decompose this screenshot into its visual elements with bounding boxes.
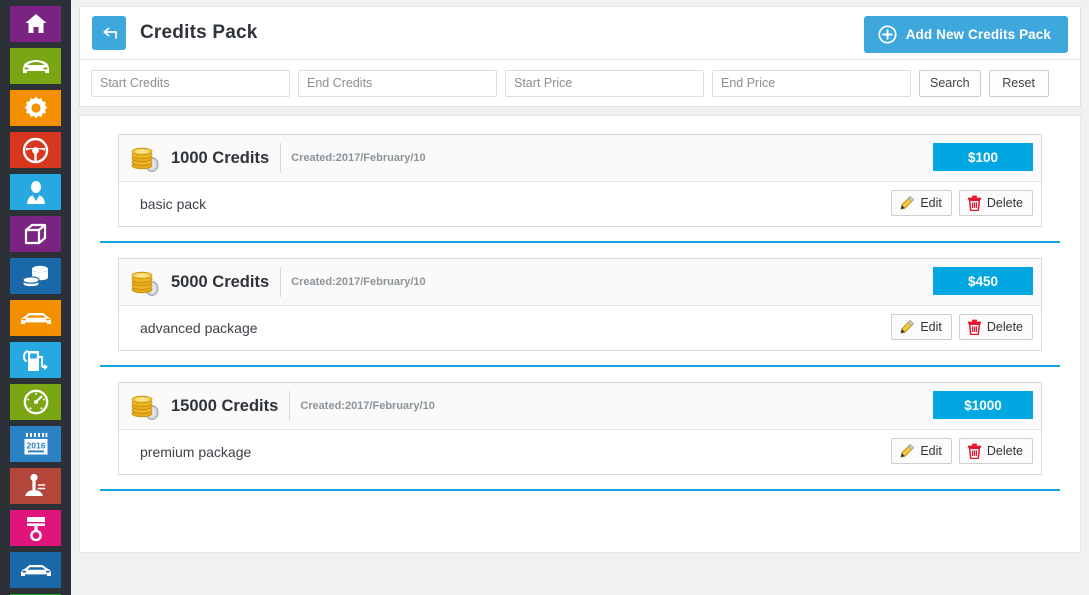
- piston-icon: [26, 517, 45, 541]
- steering-wheel-icon: [22, 137, 49, 163]
- edit-label: Edit: [920, 444, 942, 458]
- credits-pack-body: basic pack Edit Delete: [119, 182, 1041, 226]
- delete-label: Delete: [986, 196, 1023, 210]
- home-icon: [25, 14, 46, 33]
- start-price-input[interactable]: [505, 69, 704, 97]
- delete-button[interactable]: Delete: [958, 190, 1033, 216]
- credits-pack-header: 15000 Credits Created:2017/February/10 $…: [119, 383, 1041, 430]
- delete-label: Delete: [986, 444, 1023, 458]
- price-badge[interactable]: $450: [933, 267, 1033, 295]
- speedometer-icon: [23, 389, 48, 415]
- sidebar-item-home[interactable]: [10, 6, 61, 42]
- price-badge[interactable]: $100: [933, 143, 1033, 171]
- credits-pack-card: 1000 Credits Created:2017/February/10 $1…: [118, 134, 1042, 227]
- trash-icon: [967, 195, 981, 211]
- header-panel: Credits Pack Add New Credits Pack: [79, 6, 1081, 60]
- fuel-pump-icon: [22, 349, 48, 371]
- credits-pack-header: 1000 Credits Created:2017/February/10 $1…: [119, 135, 1041, 182]
- edit-button[interactable]: Edit: [891, 190, 952, 216]
- sidebar-item-gearbox[interactable]: [10, 468, 61, 504]
- credits-pack-card: 15000 Credits Created:2017/February/10 $…: [118, 382, 1042, 475]
- box-icon: [24, 223, 47, 244]
- credits-amount: 5000 Credits: [171, 267, 282, 297]
- created-date: Created:2017/February/10: [291, 152, 426, 164]
- edit-button[interactable]: Edit: [891, 314, 952, 340]
- credits-pack-header: 5000 Credits Created:2017/February/10 $4…: [119, 259, 1041, 306]
- coins-stack-icon: [131, 147, 159, 172]
- pack-separator: [100, 365, 1060, 367]
- calendar-2016-icon: 2016: [24, 432, 47, 454]
- sidebar-item-cars[interactable]: [10, 48, 61, 84]
- credits-pack-item: 1000 Credits Created:2017/February/10 $1…: [100, 134, 1060, 243]
- pack-separator: [100, 241, 1060, 243]
- price-badge[interactable]: $1000: [933, 391, 1033, 419]
- sidebar-item-credits[interactable]: [10, 258, 61, 294]
- coins-stack-icon: [131, 395, 159, 420]
- credits-pack-body: premium package Edit Delete: [119, 430, 1041, 474]
- user-tie-icon: [26, 180, 45, 204]
- pack-description: premium package: [140, 444, 252, 460]
- filter-panel: Search Reset: [79, 60, 1081, 107]
- trash-icon: [967, 443, 981, 459]
- car-front-icon: [22, 60, 49, 73]
- main-area: Credits Pack Add New Credits Pack Search…: [71, 0, 1089, 595]
- delete-button[interactable]: Delete: [958, 438, 1033, 464]
- reset-button[interactable]: Reset: [988, 69, 1049, 97]
- sidebar-item-settings[interactable]: [10, 90, 61, 126]
- credits-pack-card: 5000 Credits Created:2017/February/10 $4…: [118, 258, 1042, 351]
- gear-icon: [24, 96, 47, 119]
- coins-stack-icon: [131, 271, 159, 296]
- pencil-icon: [900, 444, 915, 458]
- back-arrow-icon: [103, 27, 117, 39]
- credits-pack-body: advanced package Edit Delete: [119, 306, 1041, 350]
- sidebar-item-speedometer[interactable]: [10, 384, 61, 420]
- back-button[interactable]: [92, 16, 126, 50]
- credits-amount: 15000 Credits: [171, 391, 291, 421]
- sidebar-item-engine[interactable]: [10, 510, 61, 546]
- edit-label: Edit: [920, 196, 942, 210]
- svg-text:2016: 2016: [26, 440, 45, 450]
- sidebar-item-users[interactable]: [10, 174, 61, 210]
- car-side-icon: [20, 565, 51, 576]
- credits-pack-item: 5000 Credits Created:2017/February/10 $4…: [100, 258, 1060, 367]
- pencil-icon: [900, 196, 915, 210]
- sidebar-item-year[interactable]: 2016: [10, 426, 61, 462]
- end-price-input[interactable]: [712, 69, 911, 97]
- sidebar: 2016: [0, 0, 71, 595]
- search-button[interactable]: Search: [919, 69, 981, 97]
- pack-description: advanced package: [140, 320, 258, 336]
- created-date: Created:2017/February/10: [300, 400, 435, 412]
- pack-separator: [100, 489, 1060, 491]
- row-actions: Edit Delete: [891, 190, 1033, 216]
- sidebar-item-steering[interactable]: [10, 132, 61, 168]
- credits-pack-list: 1000 Credits Created:2017/February/10 $1…: [79, 115, 1081, 553]
- delete-label: Delete: [986, 320, 1023, 334]
- row-actions: Edit Delete: [891, 438, 1033, 464]
- page-title: Credits Pack: [140, 22, 258, 43]
- add-button-label: Add New Credits Pack: [905, 27, 1051, 42]
- edit-button[interactable]: Edit: [891, 438, 952, 464]
- sports-car-icon: [20, 313, 51, 324]
- delete-button[interactable]: Delete: [958, 314, 1033, 340]
- sidebar-item-fuel[interactable]: [10, 342, 61, 378]
- sidebar-item-packages[interactable]: [10, 216, 61, 252]
- coins-stack-icon: [21, 265, 48, 288]
- sidebar-item-vehicles[interactable]: [10, 300, 61, 336]
- sidebar-item-body-type[interactable]: [10, 552, 61, 588]
- plus-circle-icon: [878, 25, 897, 44]
- add-new-credits-pack-button[interactable]: Add New Credits Pack: [863, 16, 1068, 53]
- trash-icon: [967, 319, 981, 335]
- row-actions: Edit Delete: [891, 314, 1033, 340]
- pack-description: basic pack: [140, 196, 207, 212]
- edit-label: Edit: [920, 320, 942, 334]
- credits-amount: 1000 Credits: [171, 143, 282, 173]
- start-credits-input[interactable]: [91, 69, 290, 97]
- gear-shift-icon: [25, 473, 46, 496]
- credits-pack-item: 15000 Credits Created:2017/February/10 $…: [100, 382, 1060, 491]
- end-credits-input[interactable]: [298, 69, 497, 97]
- created-date: Created:2017/February/10: [291, 276, 426, 288]
- pencil-icon: [900, 320, 915, 334]
